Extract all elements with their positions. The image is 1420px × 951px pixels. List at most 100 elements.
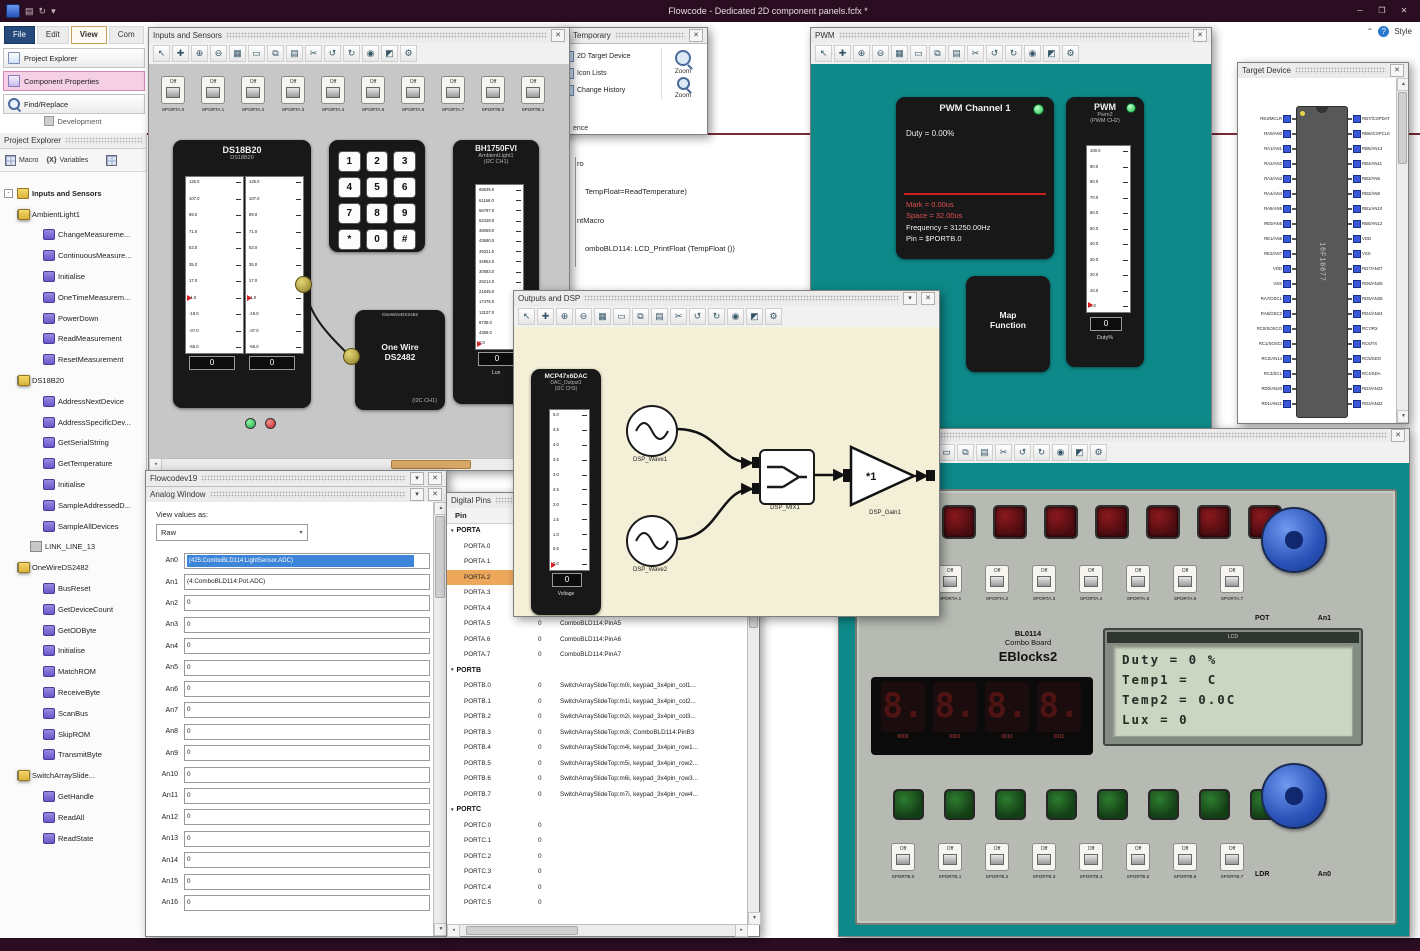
window-titlebar[interactable]: Temporary ✕ — [557, 28, 707, 44]
pan-icon[interactable]: ✚ — [834, 45, 851, 62]
camera-icon[interactable]: ◉ — [1052, 444, 1069, 461]
pin-pad[interactable] — [1283, 279, 1291, 288]
grid-icon[interactable]: ▦ — [229, 45, 246, 62]
analog-value-field[interactable]: 0 — [184, 659, 430, 676]
pin-pad[interactable] — [1353, 114, 1361, 123]
analog-value-field[interactable]: 0 — [184, 702, 430, 719]
tab-file[interactable]: File — [4, 26, 35, 44]
grid-icon[interactable]: ▦ — [891, 45, 908, 62]
macro-tool-button[interactable]: Macro — [5, 154, 38, 166]
pin-pad[interactable] — [1283, 339, 1291, 348]
close-icon[interactable]: ✕ — [428, 472, 442, 485]
close-icon[interactable]: ✕ — [689, 29, 703, 42]
scrollbar-thumb[interactable] — [465, 926, 578, 935]
undo-icon[interactable]: ↺ — [1014, 444, 1031, 461]
keypad-key-0[interactable]: 0 — [365, 229, 389, 250]
pin-pad[interactable] — [1283, 294, 1291, 303]
pin-pad[interactable] — [1353, 204, 1361, 213]
pin-pad[interactable] — [1353, 249, 1361, 258]
keypad-key-7[interactable]: 7 — [338, 203, 361, 224]
push-button[interactable] — [944, 789, 975, 820]
pin-pad[interactable] — [1283, 204, 1291, 213]
pin-pad[interactable] — [1283, 219, 1291, 228]
tab-edit[interactable]: Edit — [36, 26, 69, 44]
toggle-switch[interactable]: Off — [161, 76, 185, 104]
scrollbar-thumb[interactable] — [1398, 92, 1407, 164]
tree-item-gettemperature[interactable]: -GetTemperature — [0, 453, 146, 474]
switch-knob[interactable] — [943, 576, 957, 587]
pin-pad[interactable] — [1353, 189, 1361, 198]
switch-knob[interactable] — [206, 87, 220, 98]
redo-icon[interactable]: ↻ — [708, 308, 725, 325]
switch-knob[interactable] — [943, 854, 957, 865]
redo-icon[interactable]: ↻ — [343, 45, 360, 62]
push-button[interactable] — [995, 789, 1026, 820]
horizontal-scrollbar[interactable]: ◂ ▸ — [447, 924, 748, 937]
copy-icon[interactable]: ⧉ — [267, 45, 284, 62]
minimize-icon[interactable]: ─ — [1350, 4, 1370, 18]
keypad-key-1[interactable]: 1 — [338, 151, 361, 172]
switch-knob[interactable] — [1178, 854, 1192, 865]
close-icon[interactable]: ✕ — [921, 292, 935, 305]
toggle-switch[interactable]: Off — [241, 76, 265, 104]
zoom-out-icon[interactable]: ⊖ — [210, 45, 227, 62]
group-arrow-icon[interactable]: ▾ — [451, 667, 454, 673]
analog-value-field[interactable]: 0 — [184, 830, 430, 847]
tree-item-addressspecificdev[interactable]: -AddressSpecificDev... — [0, 412, 146, 433]
pin-group-portc[interactable]: ▾ PORTC — [447, 802, 748, 818]
keypad-key-2[interactable]: 2 — [365, 151, 389, 172]
pin-row-portb-5[interactable]: PORTB.5 0 SwitchArraySlideTop:m5i, keypad_… — [447, 756, 748, 772]
scale-marker-icon[interactable] — [477, 340, 482, 347]
tree-item-readall[interactable]: -ReadAll — [0, 807, 146, 828]
toggle-switch[interactable]: Off — [985, 843, 1009, 871]
temperature-value-2[interactable]: 0 — [249, 356, 295, 370]
close-icon[interactable]: ✕ — [1193, 29, 1207, 42]
pin-pad[interactable] — [1283, 189, 1291, 198]
component-pwm-slider[interactable]: PWM Pwm2 (PWM CH2) 100.0 90.0 80.0 70.0 60.0… — [1066, 97, 1144, 367]
tree-item-matchrom[interactable]: -MatchROM — [0, 661, 146, 682]
switch-knob[interactable] — [1084, 854, 1098, 865]
layers-icon[interactable]: ◩ — [381, 45, 398, 62]
pin-row-portb-1[interactable]: PORTB.1 0 SwitchArraySlideTop:m1i, keypad_… — [447, 694, 748, 710]
app-titlebar[interactable]: ▤ ↻ ▾ Flowcode - Dedicated 2D component … — [0, 0, 1420, 22]
analog-value-field[interactable]: 0 — [184, 809, 430, 826]
toggle-switch[interactable]: Off — [985, 565, 1009, 593]
window-titlebar[interactable]: Target Device ✕ — [1238, 63, 1408, 79]
project-explorer-header[interactable]: Project Explorer — [0, 133, 146, 149]
analog-value-field[interactable]: 0 — [184, 681, 430, 698]
pin-row-portb-7[interactable]: PORTB.7 0 SwitchArraySlideTop:m7i, keypad_… — [447, 787, 748, 803]
menu-icon[interactable]: ▤ — [25, 5, 34, 17]
analog-value-field[interactable]: (425:ComboBLD114:LightSensor.ADC) — [184, 552, 430, 569]
keypad-key-sym[interactable]: # — [393, 229, 416, 250]
pin-row-porta-6[interactable]: PORTA.6 0 ComboBLD114:PinA6 — [447, 632, 748, 648]
pin-pad[interactable] — [1353, 174, 1361, 183]
analog-value-field[interactable]: 0 — [184, 873, 430, 890]
toggle-switch[interactable]: Off — [1032, 565, 1056, 593]
pin-pad[interactable] — [1353, 324, 1361, 333]
tree-item-initialise[interactable]: -Initialise — [0, 474, 146, 495]
wire-node[interactable] — [295, 276, 312, 293]
pin-pad[interactable] — [1353, 219, 1361, 228]
tree-item-inputs-and-sensors[interactable]: - Inputs and Sensors — [0, 183, 146, 204]
tree-item-initialise[interactable]: -Initialise — [0, 641, 146, 662]
pin-pad[interactable] — [1353, 354, 1361, 363]
dropdown-icon[interactable]: ▾ — [903, 292, 917, 305]
close-icon[interactable]: ✕ — [1390, 64, 1404, 77]
pointer-icon[interactable]: ↖ — [518, 308, 535, 325]
pin-group-portb[interactable]: ▾ PORTB — [447, 663, 748, 679]
voltage-value-field[interactable]: 0 — [552, 573, 582, 587]
duty-value-field[interactable]: 0 — [1090, 317, 1122, 331]
toggle-switch[interactable]: Off — [1079, 843, 1103, 871]
pin-row-portb-3[interactable]: PORTB.3 0 SwitchArraySlideTop:m3i, ComboBL… — [447, 725, 748, 741]
switch-knob[interactable] — [286, 87, 300, 98]
horizontal-scrollbar[interactable]: ◂ ▸ — [149, 458, 569, 471]
pin-pad[interactable] — [1283, 129, 1291, 138]
camera-icon[interactable]: ◉ — [1024, 45, 1041, 62]
pin-row-portc-4[interactable]: PORTC.4 0 — [447, 880, 748, 896]
keypad-key-3[interactable]: 3 — [393, 151, 416, 172]
analog-value-field[interactable]: 0 — [184, 723, 430, 740]
scroll-up-icon[interactable]: ▲ — [1397, 78, 1408, 91]
pin-pad[interactable] — [1353, 384, 1361, 393]
toggle-switch[interactable]: Off — [521, 76, 545, 104]
settings-icon[interactable]: ⚙ — [1062, 45, 1079, 62]
